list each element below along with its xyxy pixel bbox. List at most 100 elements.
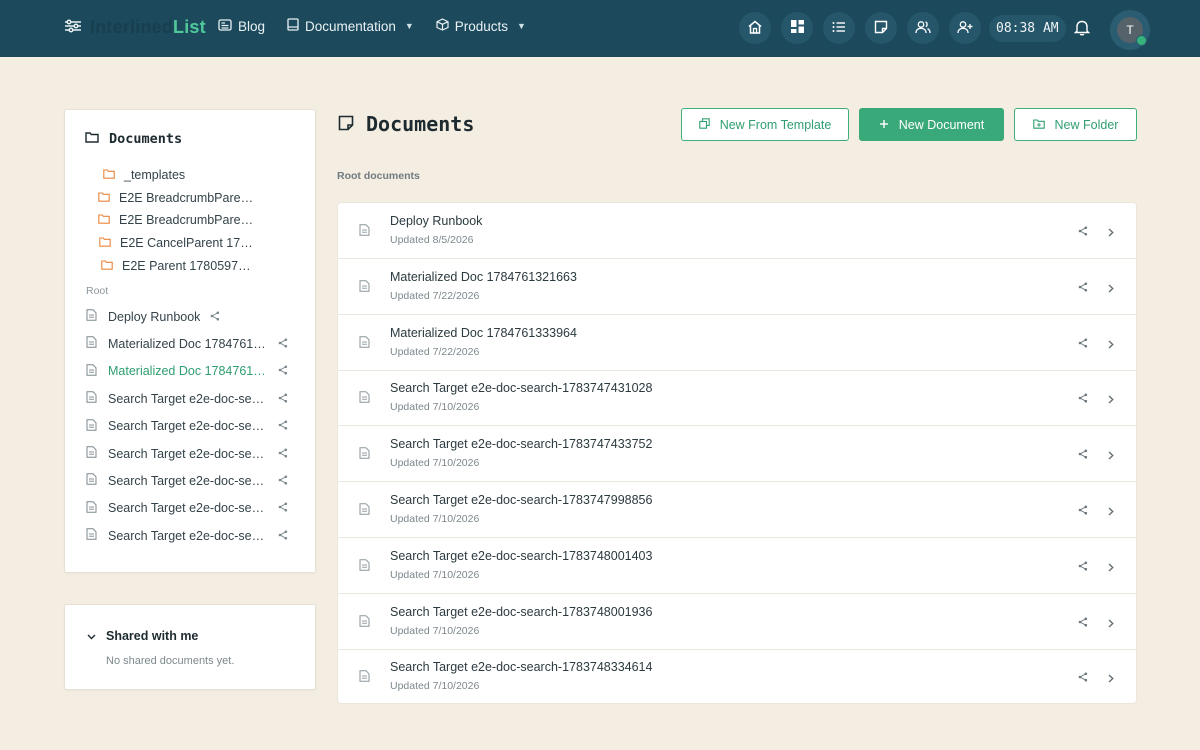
- brand-name-part2: List: [173, 17, 206, 37]
- folder-icon: [85, 131, 99, 147]
- chevron-right-icon[interactable]: [1108, 281, 1114, 296]
- share-icon[interactable]: [278, 364, 288, 378]
- chevron-down-icon: ▼: [517, 21, 526, 31]
- share-icon[interactable]: [278, 419, 288, 433]
- clock-display: 08:38 AM: [989, 15, 1066, 42]
- user-menu-button[interactable]: T: [1110, 10, 1150, 50]
- document-row[interactable]: Search Target e2e-doc-search-17837479988…: [338, 482, 1136, 538]
- chevron-right-icon[interactable]: [1108, 504, 1114, 519]
- share-icon[interactable]: [278, 501, 288, 515]
- document-row[interactable]: Deploy Runbook Updated 8/5/2026: [338, 203, 1136, 259]
- document-icon: [86, 528, 97, 543]
- online-status-icon: [1136, 35, 1147, 46]
- share-icon[interactable]: [1078, 615, 1088, 630]
- home-button[interactable]: [739, 12, 771, 44]
- document-title: Materialized Doc 1784761333964: [390, 325, 577, 340]
- sliders-icon: [64, 19, 82, 36]
- document-row[interactable]: Search Target e2e-doc-search-17837480019…: [338, 594, 1136, 650]
- document-title: Search Target e2e-doc-search-17837480014…: [390, 548, 653, 563]
- chevron-down-icon: [87, 629, 96, 643]
- sidebar-doc-item[interactable]: Search Target e2e-doc-search-17837479988…: [86, 446, 296, 461]
- sidebar-doc-item[interactable]: Materialized Doc 1784761321663: [86, 336, 296, 351]
- document-updated: Updated 7/10/2026: [390, 513, 480, 525]
- shared-with-me-toggle[interactable]: Shared with me: [87, 629, 198, 643]
- chevron-right-icon[interactable]: [1108, 616, 1114, 631]
- page-title: Documents: [338, 112, 474, 136]
- sidebar-folder[interactable]: E2E Parent 1780597…: [101, 259, 251, 273]
- nav-blog[interactable]: Blog: [218, 18, 265, 34]
- nav-products-label: Products: [454, 18, 509, 34]
- users-button[interactable]: [907, 12, 939, 44]
- chevron-right-icon[interactable]: [1108, 560, 1114, 575]
- nav-products[interactable]: Products ▼: [436, 18, 526, 34]
- copy-icon: [698, 117, 710, 132]
- add-user-button[interactable]: [949, 12, 981, 44]
- nav-documentation[interactable]: Documentation ▼: [287, 18, 414, 34]
- sidebar-folder[interactable]: E2E BreadcrumbPare…: [98, 191, 253, 205]
- chevron-right-icon[interactable]: [1108, 448, 1114, 463]
- document-updated: Updated 7/10/2026: [390, 568, 480, 581]
- chevron-right-icon[interactable]: [1108, 392, 1114, 407]
- new-document-label: New Document: [898, 117, 985, 132]
- note-icon: [338, 112, 354, 136]
- document-icon: [359, 614, 370, 630]
- document-title: Deploy Runbook: [390, 214, 483, 228]
- book-icon: [287, 18, 299, 34]
- brand-logo[interactable]: InterlinedList: [64, 17, 206, 38]
- sidebar-doc-item[interactable]: Search Target e2e-doc-search-17837480014…: [86, 473, 296, 488]
- sidebar-folder-label: _templates: [124, 168, 186, 182]
- new-document-button[interactable]: New Document: [859, 108, 1004, 141]
- notes-button[interactable]: [865, 12, 897, 44]
- share-icon[interactable]: [1078, 670, 1088, 685]
- share-icon[interactable]: [278, 474, 288, 488]
- document-icon: [86, 473, 97, 488]
- sidebar-doc-item[interactable]: Search Target e2e-doc-search-17837474310…: [86, 391, 296, 406]
- chevron-right-icon[interactable]: [1108, 225, 1114, 240]
- notifications-button[interactable]: [1073, 19, 1091, 39]
- share-icon[interactable]: [278, 529, 288, 543]
- sidebar-doc-item[interactable]: Search Target e2e-doc-search-17837483346…: [86, 528, 296, 543]
- sidebar-doc-item[interactable]: Deploy Runbook: [86, 309, 296, 324]
- documents-list: Deploy Runbook Updated 8/5/2026 Materializ…: [337, 202, 1137, 704]
- sidebar-folder[interactable]: _templates: [103, 168, 185, 182]
- document-updated: Updated 7/22/2026: [390, 289, 480, 302]
- share-icon[interactable]: [1078, 391, 1088, 406]
- document-row[interactable]: Search Target e2e-doc-search-17837474337…: [338, 426, 1136, 483]
- sidebar-doc-item[interactable]: Search Target e2e-doc-search-17837474337…: [86, 418, 296, 434]
- share-icon[interactable]: [1078, 559, 1088, 574]
- sidebar-folder[interactable]: E2E CancelParent 17…: [99, 236, 253, 250]
- share-icon[interactable]: [1078, 280, 1088, 295]
- share-icon[interactable]: [1078, 503, 1088, 518]
- sidebar-doc-item[interactable]: Materialized Doc 1784761333964: [86, 364, 296, 379]
- chevron-right-icon[interactable]: [1108, 337, 1114, 352]
- document-row[interactable]: Search Target e2e-doc-search-17837483346…: [338, 649, 1136, 705]
- share-icon[interactable]: [1078, 447, 1088, 462]
- document-row[interactable]: Materialized Doc 1784761321663 Updated 7/…: [338, 259, 1136, 315]
- sidebar-folder-label: E2E BreadcrumbPare…: [119, 213, 254, 227]
- dashboard-button[interactable]: [781, 12, 813, 44]
- new-folder-button[interactable]: New Folder: [1014, 108, 1137, 141]
- new-from-template-button[interactable]: New From Template: [681, 108, 849, 141]
- sidebar-folder[interactable]: E2E BreadcrumbPare…: [98, 213, 253, 227]
- sidebar-title: Documents: [85, 131, 182, 147]
- share-icon[interactable]: [1078, 224, 1088, 239]
- document-row[interactable]: Search Target e2e-doc-search-17837480014…: [338, 538, 1136, 594]
- folder-icon: [99, 236, 111, 250]
- share-icon[interactable]: [278, 392, 288, 406]
- sidebar-doc-label: Materialized Doc 1784761333964: [108, 364, 268, 379]
- share-icon[interactable]: [278, 447, 288, 461]
- root-documents-label: Root documents: [337, 170, 420, 182]
- document-icon: [359, 224, 370, 239]
- nav-blog-label: Blog: [238, 18, 266, 34]
- list-button[interactable]: [823, 12, 855, 44]
- share-icon[interactable]: [278, 337, 288, 351]
- sidebar-doc-item[interactable]: Search Target e2e-doc-search-17837480019…: [86, 501, 296, 516]
- share-icon[interactable]: [1078, 336, 1088, 351]
- note-icon: [874, 20, 888, 37]
- document-row[interactable]: Search Target e2e-doc-search-17837474310…: [338, 370, 1136, 427]
- document-row[interactable]: Materialized Doc 1784761333964 Updated 7/…: [338, 315, 1136, 371]
- share-icon[interactable]: [210, 310, 220, 324]
- box-icon: [436, 18, 449, 34]
- chevron-right-icon[interactable]: [1108, 671, 1114, 686]
- sidebar-doc-label: Search Target e2e-doc-search-17837480014…: [108, 473, 268, 488]
